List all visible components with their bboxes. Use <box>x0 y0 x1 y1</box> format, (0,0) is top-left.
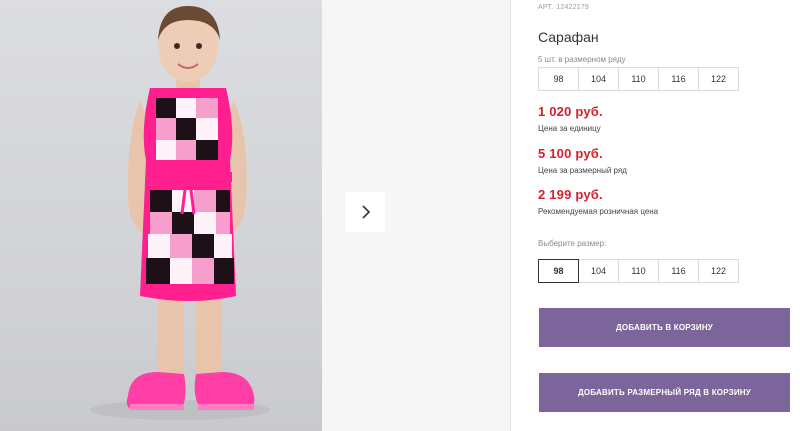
gallery-next-button[interactable] <box>346 192 385 232</box>
size-option[interactable]: 122 <box>698 259 739 283</box>
article-label: АРТ. <box>538 4 554 11</box>
product-photo[interactable] <box>0 0 322 431</box>
panel-divider <box>510 0 511 431</box>
unit-price-label: Цена за единицу <box>538 124 601 133</box>
size-picker-label: Выберите размер: <box>538 239 607 248</box>
size-option[interactable]: 116 <box>658 259 699 283</box>
row-size-item: 122 <box>698 67 739 91</box>
size-option[interactable]: 104 <box>578 259 619 283</box>
size-row-note: 5 шт. в размерном ряду <box>538 55 626 64</box>
row-size-item: 116 <box>658 67 699 91</box>
size-option-selected[interactable]: 98 <box>538 259 579 283</box>
retail-price-label: Рекомендуемая розничная цена <box>538 207 659 216</box>
add-to-cart-button[interactable]: ДОБАВИТЬ В КОРЗИНУ <box>539 308 790 347</box>
size-row-list: 98 104 110 116 122 <box>538 67 739 91</box>
size-picker: 98 104 110 116 122 <box>538 259 739 283</box>
product-info-panel: АРТ. 12422179 Сарафан 5 шт. в размерном р… <box>538 0 800 431</box>
article-value: 12422179 <box>556 4 590 11</box>
product-title: Сарафан <box>538 29 599 45</box>
row-price-label: Цена за размерный ряд <box>538 166 627 175</box>
retail-price: 2 199 руб. <box>538 187 603 202</box>
row-size-item: 110 <box>618 67 659 91</box>
article-number: АРТ. 12422179 <box>538 4 592 11</box>
chevron-right-icon <box>361 205 370 219</box>
row-size-item: 98 <box>538 67 579 91</box>
add-size-row-to-cart-button[interactable]: ДОБАВИТЬ РАЗМЕРНЫЙ РЯД В КОРЗИНУ <box>539 373 790 412</box>
size-option[interactable]: 110 <box>618 259 659 283</box>
product-gallery <box>0 0 510 431</box>
row-price: 5 100 руб. <box>538 146 603 161</box>
row-size-item: 104 <box>578 67 619 91</box>
product-photo-illustration <box>90 6 270 420</box>
unit-price: 1 020 руб. <box>538 104 603 119</box>
